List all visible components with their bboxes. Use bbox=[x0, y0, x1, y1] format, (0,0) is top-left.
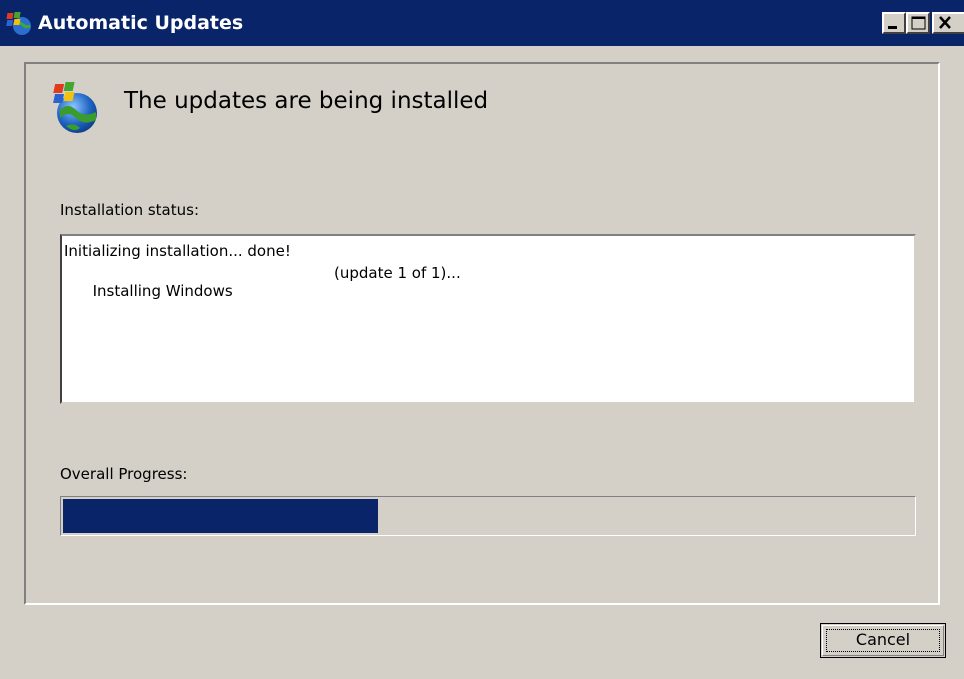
maximize-button[interactable] bbox=[906, 12, 930, 34]
automatic-updates-window: Automatic Updates The updates are being … bbox=[0, 0, 964, 679]
windows-update-globe-icon bbox=[53, 82, 97, 133]
page-title: The updates are being installed bbox=[124, 88, 489, 114]
overall-progress-bar bbox=[60, 496, 916, 536]
installation-status-log[interactable]: Initializing installation... done! Insta… bbox=[60, 234, 916, 404]
status-line: Initializing installation... done! bbox=[64, 242, 291, 260]
close-button[interactable] bbox=[932, 12, 964, 34]
overall-progress-label: Overall Progress: bbox=[60, 465, 188, 483]
status-line-text: Installing Windows bbox=[92, 282, 233, 300]
title-bar[interactable]: Automatic Updates bbox=[0, 0, 964, 46]
minimize-icon bbox=[888, 26, 897, 29]
close-icon bbox=[939, 16, 951, 29]
window-title: Automatic Updates bbox=[38, 12, 244, 34]
cancel-button-label: Cancel bbox=[855, 630, 911, 649]
installation-status-label: Installation status: bbox=[60, 201, 199, 219]
update-count-text: (update 1 of 1)... bbox=[334, 264, 461, 282]
minimize-button[interactable] bbox=[882, 12, 906, 34]
cancel-button[interactable]: Cancel bbox=[820, 623, 946, 658]
windows-update-icon bbox=[6, 12, 31, 35]
progress-fill bbox=[63, 499, 378, 533]
status-line: Installing Windows (update 1 of 1)... bbox=[64, 264, 461, 336]
maximize-icon bbox=[911, 16, 926, 30]
